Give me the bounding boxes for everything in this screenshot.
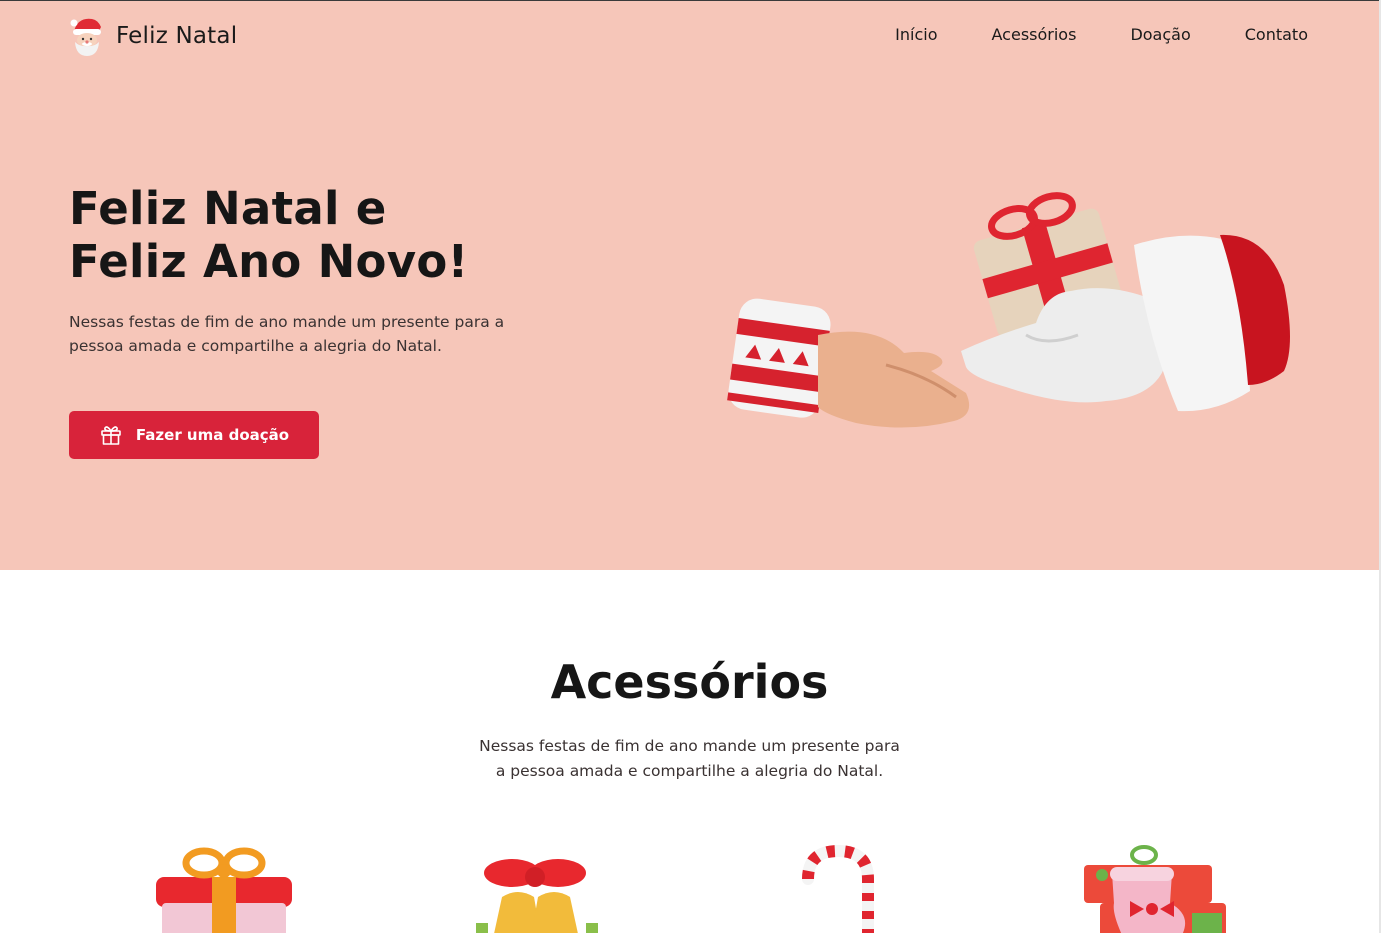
main-nav: Início Acessórios Doação Contato — [841, 25, 1308, 44]
hero-title: Feliz Natal e Feliz Ano Novo! — [69, 182, 468, 288]
hero-description: Nessas festas de fim de ano mande um pre… — [69, 313, 505, 355]
donate-button-label: Fazer uma doação — [135, 426, 290, 444]
hands-exchanging-gift-illustration — [727, 192, 1290, 428]
accessories-description-line-2: a pessoa amada e compartilhe a alegria d… — [495, 762, 884, 780]
nav-link-acessorios[interactable]: Acessórios — [992, 25, 1077, 44]
nav-link-contato[interactable]: Contato — [1245, 25, 1308, 44]
candy-cane-icon[interactable] — [800, 843, 876, 933]
donate-button[interactable]: Fazer uma doação — [69, 411, 319, 459]
gift-box-icon[interactable] — [154, 843, 294, 933]
brand-name: Feliz Natal — [116, 23, 238, 49]
hero-title-line-2: Feliz Ano Novo! — [69, 235, 469, 288]
accessories-description-line-1: Nessas festas de fim de ano mande um pre… — [479, 737, 900, 755]
accessories-title: Acessórios — [550, 655, 829, 709]
brand[interactable]: Feliz Natal — [68, 15, 237, 57]
nav-link-inicio[interactable]: Início — [895, 25, 937, 44]
hero-title-line-1: Feliz Natal e — [69, 182, 387, 235]
accessories-description: Nessas festas de fim de ano mande um pre… — [0, 734, 1379, 784]
stocking-gifts-icon[interactable] — [1082, 843, 1228, 933]
gift-icon — [101, 426, 121, 445]
santa-icon — [70, 18, 101, 56]
hero-section: Feliz Natal Início Acessórios Doação Con… — [0, 1, 1379, 570]
bells-icon[interactable] — [462, 843, 608, 933]
nav-link-doacao[interactable]: Doação — [1130, 25, 1190, 44]
